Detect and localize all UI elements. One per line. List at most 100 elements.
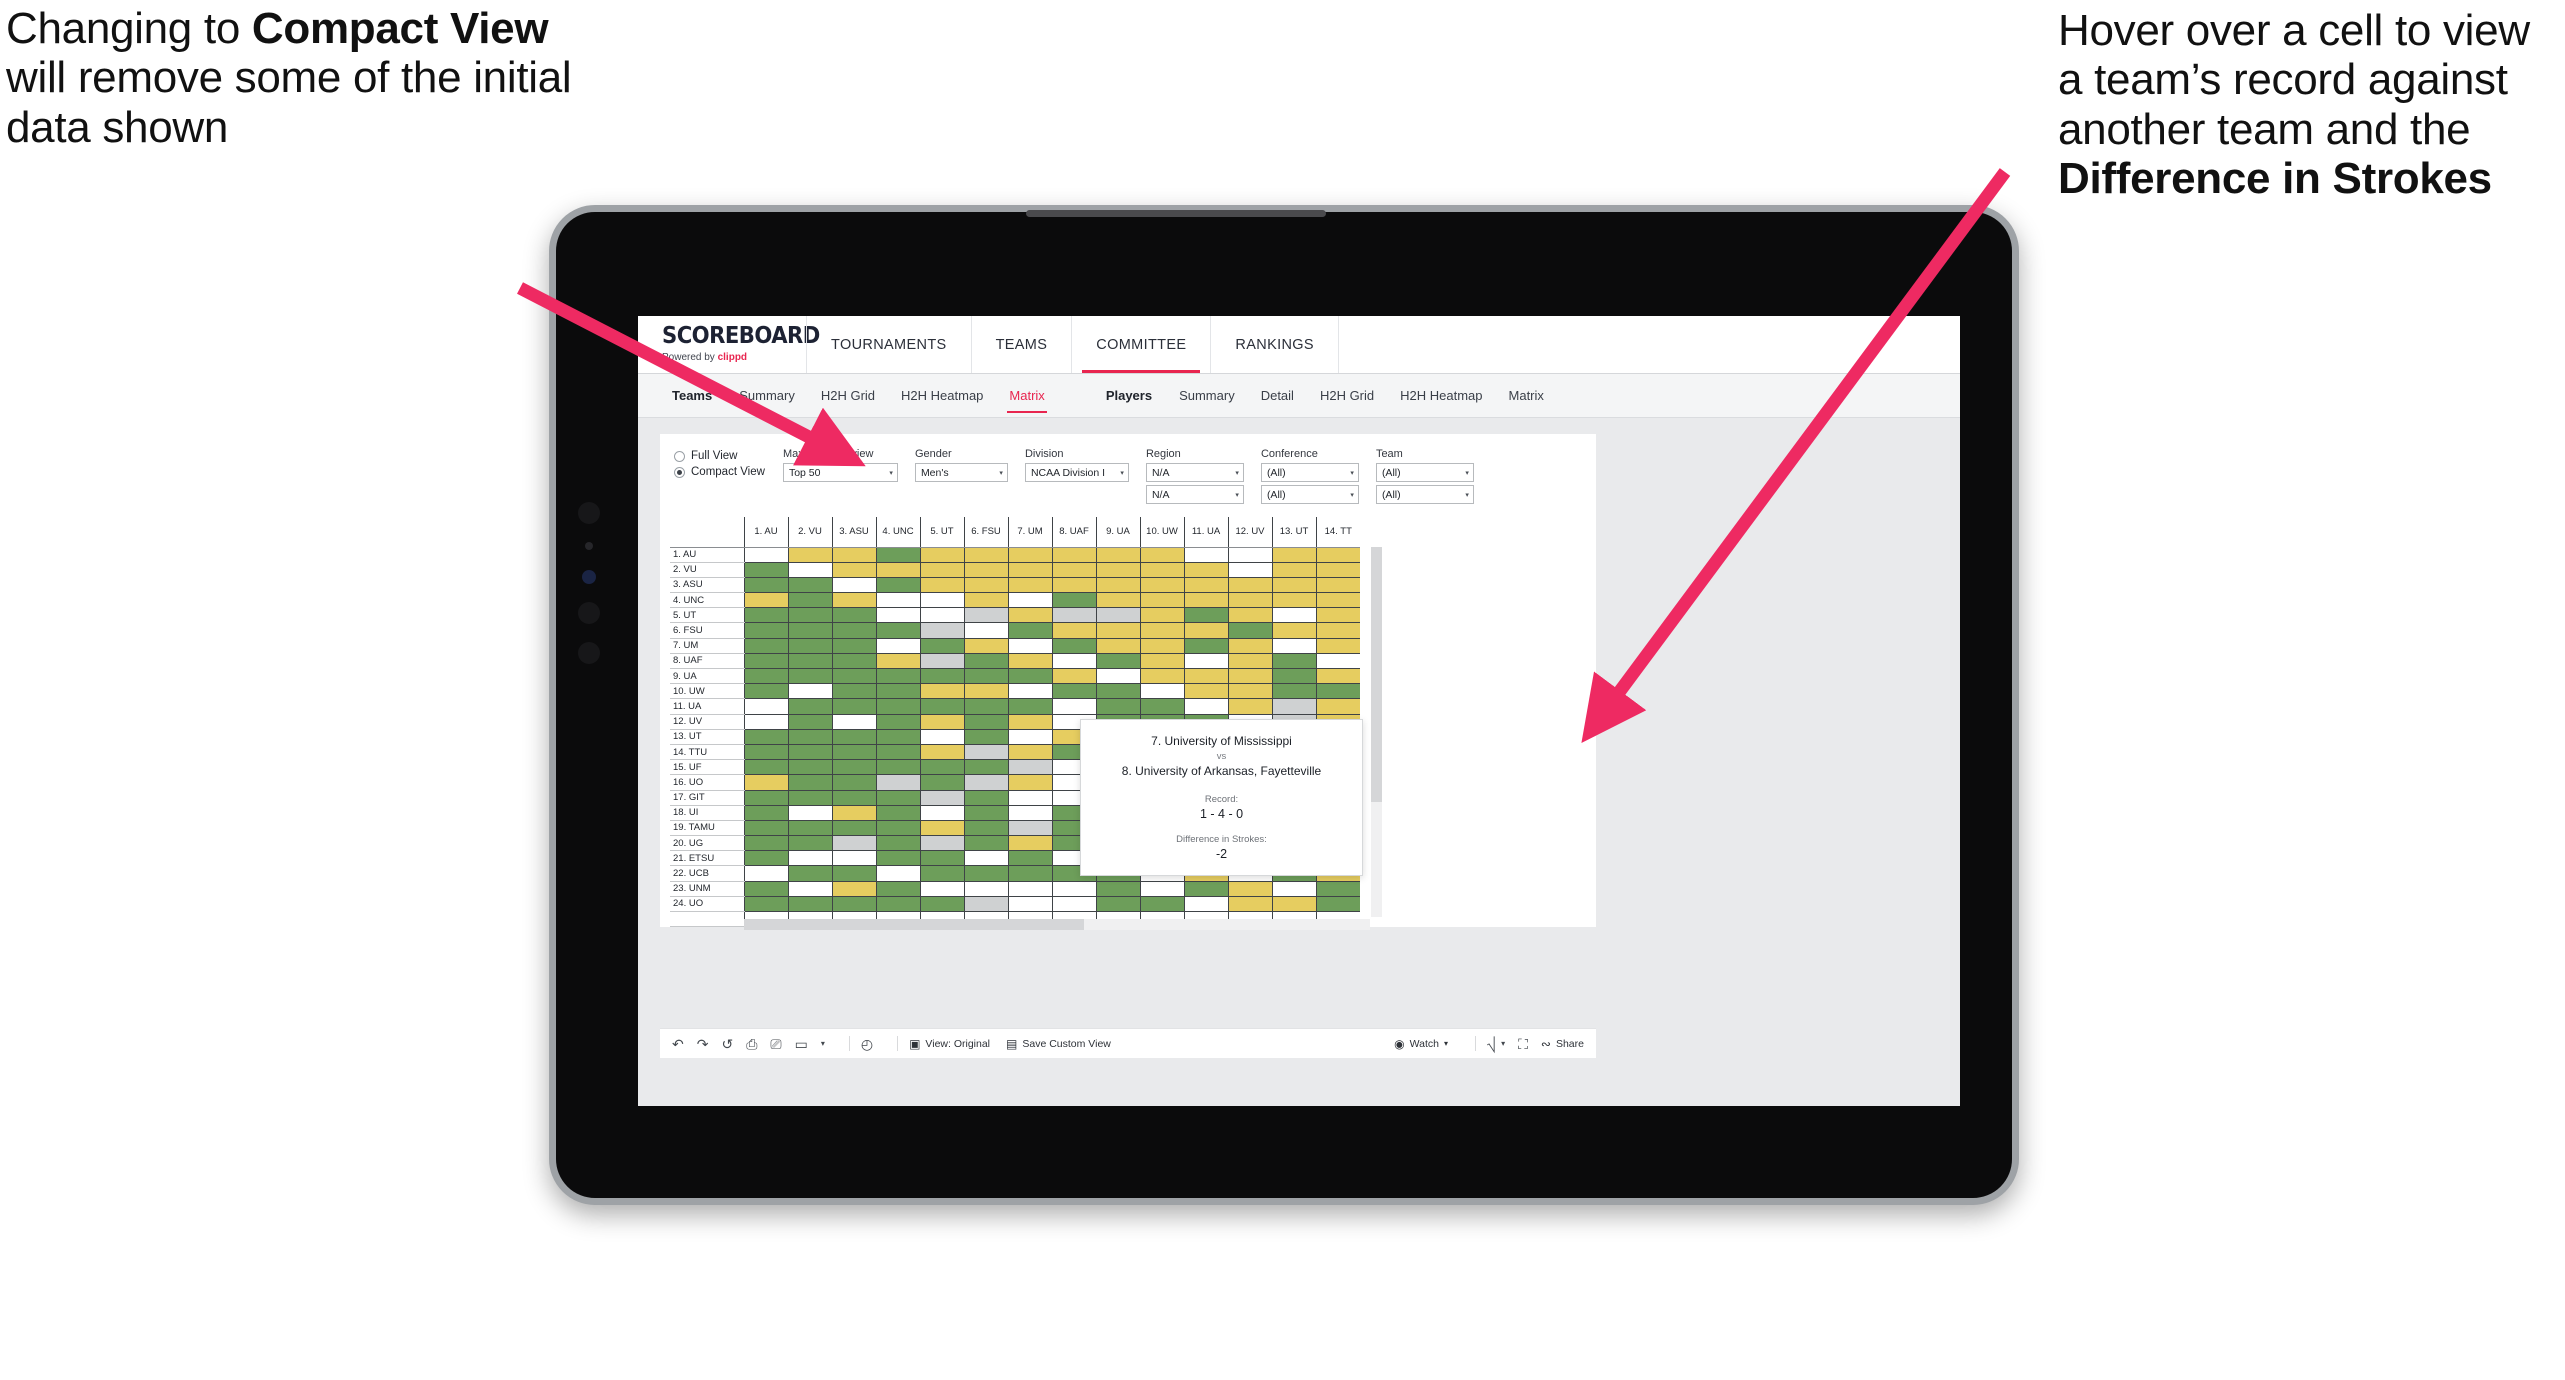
matrix-cell[interactable] <box>875 622 920 639</box>
matrix-cell[interactable] <box>831 865 876 882</box>
matrix-cell[interactable] <box>1007 622 1052 639</box>
matrix-cell[interactable] <box>875 774 920 791</box>
matrix-cell[interactable] <box>1139 592 1184 609</box>
redo-icon[interactable]: ↷ <box>697 1037 709 1051</box>
matrix-cell[interactable] <box>1139 668 1184 685</box>
matrix-cell[interactable] <box>1007 790 1052 806</box>
matrix-cell[interactable] <box>743 744 788 761</box>
matrix-cell[interactable] <box>963 790 1008 806</box>
matrix-horizontal-scrollbar[interactable] <box>744 919 1370 930</box>
subnav-item-h2h-heatmap[interactable]: H2H Heatmap <box>888 388 996 403</box>
matrix-cell[interactable] <box>919 668 964 685</box>
matrix-cell[interactable] <box>787 729 832 745</box>
subnav-item-h2h-heatmap[interactable]: H2H Heatmap <box>1387 388 1495 403</box>
matrix-cell[interactable] <box>1271 668 1316 685</box>
matrix-cell[interactable] <box>1315 562 1360 578</box>
radio-compact-view[interactable]: Compact View <box>674 466 765 478</box>
topnav-item-committee[interactable]: COMMITTEE <box>1071 316 1210 373</box>
matrix-cell[interactable] <box>919 729 964 745</box>
matrix-cell[interactable] <box>1007 698 1052 715</box>
radio-button-icon[interactable] <box>674 466 685 478</box>
matrix-cell[interactable] <box>1051 592 1096 609</box>
matrix-cell[interactable] <box>787 577 832 594</box>
matrix-cell[interactable] <box>875 744 920 761</box>
matrix-cell[interactable] <box>831 729 876 745</box>
matrix-cell[interactable] <box>963 820 1008 837</box>
matrix-cell[interactable] <box>1095 698 1140 715</box>
matrix-cell[interactable] <box>1051 683 1096 700</box>
matrix-cell[interactable] <box>1227 607 1272 624</box>
matrix-cell[interactable] <box>1227 577 1272 594</box>
matrix-cell[interactable] <box>743 835 788 852</box>
matrix-cell[interactable] <box>919 805 964 821</box>
matrix-cell[interactable] <box>1051 622 1096 639</box>
matrix-cell[interactable] <box>1315 896 1360 913</box>
matrix-cell[interactable] <box>831 653 876 670</box>
matrix-cell[interactable] <box>1315 683 1360 700</box>
filter-select-conference-2[interactable]: (All) ▾ <box>1260 485 1359 504</box>
matrix-cell[interactable] <box>831 698 876 715</box>
matrix-cell[interactable] <box>1227 653 1272 670</box>
matrix-cell[interactable] <box>1095 607 1140 624</box>
matrix-cell[interactable] <box>743 698 788 715</box>
filter-select-region[interactable]: N/A ▾ <box>1145 463 1244 482</box>
matrix-cell[interactable] <box>919 835 964 852</box>
matrix-cell[interactable] <box>743 638 788 654</box>
matrix-cell[interactable] <box>787 820 832 837</box>
matrix-cell[interactable] <box>1051 638 1096 654</box>
matrix-cell[interactable] <box>1007 759 1052 776</box>
matrix-cell[interactable] <box>743 729 788 745</box>
matrix-cell[interactable] <box>1007 820 1052 837</box>
matrix-cell[interactable] <box>1227 896 1272 913</box>
matrix-cell[interactable] <box>963 607 1008 624</box>
matrix-cell[interactable] <box>963 638 1008 654</box>
undo-icon[interactable]: ↶ <box>672 1037 684 1051</box>
matrix-cell[interactable] <box>743 714 788 730</box>
matrix-cell[interactable] <box>1271 577 1316 594</box>
matrix-cell[interactable] <box>1139 607 1184 624</box>
matrix-cell[interactable] <box>1095 683 1140 700</box>
matrix-cell[interactable] <box>1051 668 1096 685</box>
matrix-cell[interactable] <box>1051 881 1096 897</box>
matrix-cell[interactable] <box>1183 896 1228 913</box>
matrix-cell[interactable] <box>1007 729 1052 745</box>
matrix-cell[interactable] <box>1007 835 1052 852</box>
matrix-cell[interactable] <box>963 896 1008 913</box>
matrix-cell[interactable] <box>1007 850 1052 867</box>
matrix-cell[interactable] <box>963 850 1008 867</box>
matrix-cell[interactable] <box>963 865 1008 882</box>
matrix-cell[interactable] <box>919 638 964 654</box>
matrix-cell[interactable] <box>1095 881 1140 897</box>
radio-full-view[interactable]: Full View <box>674 450 765 462</box>
revert-icon[interactable]: ↺ <box>721 1037 733 1051</box>
matrix-cell[interactable] <box>963 714 1008 730</box>
matrix-cell[interactable] <box>1227 562 1272 578</box>
matrix-cell[interactable] <box>1095 592 1140 609</box>
filter-select-max-teams-in-view[interactable]: Top 50 ▾ <box>782 463 898 482</box>
filter-select-region-2[interactable]: N/A ▾ <box>1145 485 1244 504</box>
matrix-cell[interactable] <box>831 592 876 609</box>
matrix-cell[interactable] <box>1271 698 1316 715</box>
matrix-cell[interactable] <box>787 896 832 913</box>
download-icon[interactable]: ⎷ <box>1487 1037 1496 1051</box>
topnav-item-teams[interactable]: TEAMS <box>970 316 1072 373</box>
matrix-cell[interactable] <box>1095 562 1140 578</box>
matrix-cell[interactable] <box>743 790 788 806</box>
matrix-cell[interactable] <box>831 577 876 594</box>
matrix-cell[interactable] <box>1139 653 1184 670</box>
matrix-cell[interactable] <box>1007 638 1052 654</box>
matrix-cell[interactable] <box>1271 592 1316 609</box>
matrix-cell[interactable] <box>963 653 1008 670</box>
device-layout-caret-icon[interactable]: ▾ <box>821 1039 825 1048</box>
matrix-cell[interactable] <box>1271 547 1316 563</box>
matrix-cell[interactable] <box>831 683 876 700</box>
matrix-cell[interactable] <box>875 805 920 821</box>
matrix-cell[interactable] <box>1007 805 1052 821</box>
subnav-item-summary[interactable]: Summary <box>1166 388 1248 403</box>
matrix-cell[interactable] <box>1183 577 1228 594</box>
matrix-cell[interactable] <box>1051 547 1096 563</box>
matrix-cell[interactable] <box>1183 622 1228 639</box>
download-caret-icon[interactable]: ▾ <box>1501 1039 1505 1048</box>
matrix-cell[interactable] <box>831 896 876 913</box>
matrix-cell[interactable] <box>919 896 964 913</box>
